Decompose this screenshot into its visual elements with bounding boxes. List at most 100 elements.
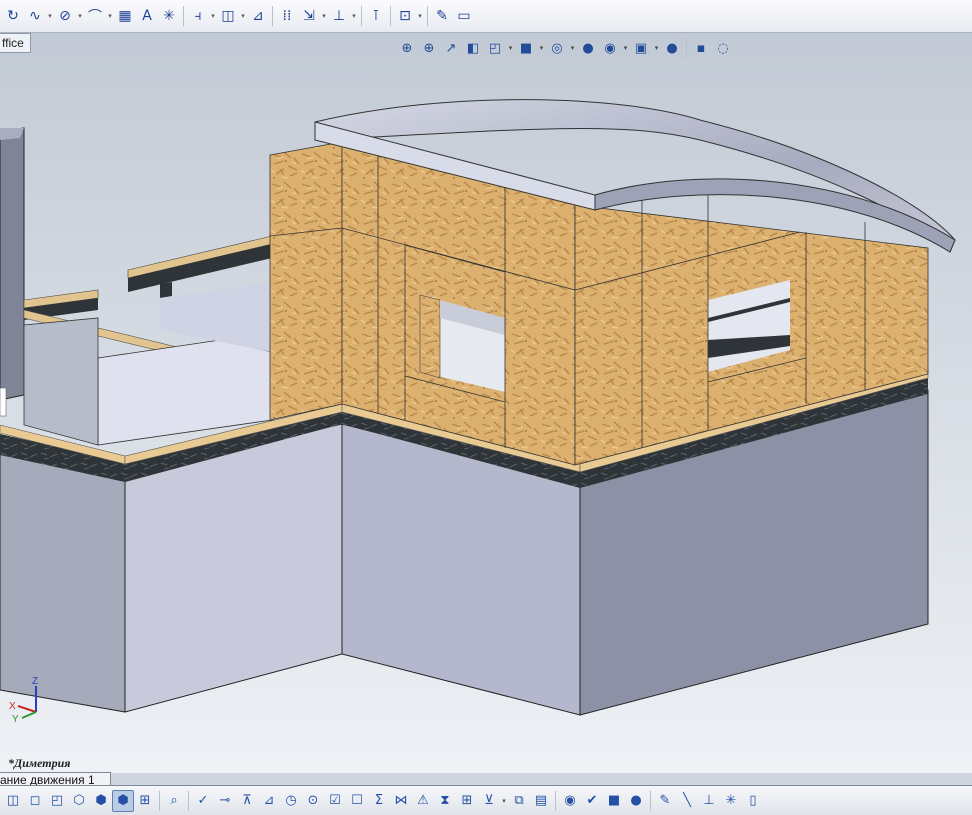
display-style-button[interactable]: ■ (515, 38, 537, 58)
scene-button[interactable]: ◉ (599, 38, 621, 58)
weld-button[interactable]: ⊙ (302, 790, 324, 812)
pencil-icon: ✎ (659, 793, 671, 808)
toolbar-separator (390, 6, 391, 26)
dropdown-arrow-icon[interactable]: ▾ (621, 44, 630, 52)
format-painter-button[interactable]: ⊸ (214, 790, 236, 812)
cylinder-button[interactable]: ▯ (742, 790, 764, 812)
shadow-button[interactable]: ▪ (690, 38, 712, 58)
wireframe-button[interactable]: ◻ (24, 790, 46, 812)
dropdown-arrow-icon[interactable]: ▾ (76, 12, 84, 20)
offset-button[interactable]: ◫ (217, 5, 239, 27)
dropdown-arrow-icon[interactable]: ▾ (506, 44, 515, 52)
mirror-icon: ⊿ (252, 8, 264, 24)
sum-button[interactable]: Σ (368, 790, 390, 812)
heads-up-view-toolbar: ⊕ ⊕ ↗ ◧ ◰ ▾ ■ ▾ ◎ ▾ ● ◉ ▾ ▣ ▾ ● ▪ ◌ (396, 38, 734, 58)
dropdown-arrow-icon[interactable]: ▾ (416, 12, 424, 20)
spell-check-button[interactable]: ✓ (192, 790, 214, 812)
move-button[interactable]: ⇲ (298, 5, 320, 27)
quick-snap-button[interactable]: ⊡ (394, 5, 416, 27)
shaded-edges-button[interactable]: ⬢ (90, 790, 112, 812)
previous-view-button[interactable]: ↗ (440, 38, 462, 58)
trim-button[interactable]: ⫞ (187, 5, 209, 27)
shaded-button[interactable]: ⬢ (112, 789, 134, 812)
appearance-ball-button[interactable]: ● (625, 790, 647, 812)
dropdown-arrow-icon[interactable]: ▾ (106, 12, 114, 20)
hidden-removed-button[interactable]: ⬡ (68, 790, 90, 812)
split-button[interactable]: ⧗ (434, 790, 456, 812)
render-button[interactable]: ● (661, 38, 683, 58)
dropdown-arrow-icon[interactable]: ▾ (350, 12, 358, 20)
section-view-button[interactable]: ◧ (462, 38, 484, 58)
graphics-viewport[interactable]: Z X Y (0, 33, 972, 773)
eye-button[interactable]: ◉ (559, 790, 581, 812)
dropdown-arrow-icon[interactable]: ▾ (320, 12, 328, 20)
ellipse-icon: ⊘ (59, 8, 71, 24)
mirror-button[interactable]: ⊿ (247, 5, 269, 27)
dimension-button[interactable]: ⋈ (390, 790, 412, 812)
trim-icon: ⫞ (194, 8, 202, 24)
ellipse-button[interactable]: ⊘ (54, 5, 76, 27)
dropdown-arrow-icon[interactable]: ▾ (239, 12, 247, 20)
color-icon: ■ (607, 793, 621, 808)
checkbox-button[interactable]: ☑ (324, 790, 346, 812)
sketch-check-button[interactable]: ✎ (431, 5, 453, 27)
surface-finish-button[interactable]: ◷ (280, 790, 302, 812)
offset-icon: ◫ (221, 8, 235, 24)
spline-button[interactable]: ∿ (24, 5, 46, 27)
note-button[interactable]: ⊿ (258, 790, 280, 812)
arc-icon: ↻ (7, 8, 19, 24)
fillet-button[interactable]: ⌒ (84, 5, 106, 27)
hide-show-button[interactable]: ◎ (546, 38, 568, 58)
layer-button[interactable]: ⧉ (508, 790, 530, 812)
snap-button[interactable]: ✳ (720, 790, 742, 812)
palette-button[interactable]: ▤ (530, 790, 552, 812)
zoom-to-fit-button[interactable]: ⊕ (396, 38, 418, 58)
tick-button[interactable]: ✔ (581, 790, 603, 812)
toolbar-separator (188, 790, 189, 811)
realview-button[interactable]: ◌ (712, 38, 734, 58)
point-icon: ✳ (163, 8, 175, 24)
table-button[interactable]: ⊞ (456, 790, 478, 812)
axis-button[interactable]: ⊥ (698, 790, 720, 812)
office-tab[interactable]: ffice (0, 33, 31, 53)
toolbar-separator (361, 6, 362, 26)
zoom-area-button[interactable]: ⊕ (418, 38, 440, 58)
brush-icon: ⌕ (170, 793, 178, 808)
model-view[interactable]: Z X Y (0, 33, 972, 773)
perspective-button[interactable]: ⊞ (134, 790, 156, 812)
warning-button[interactable]: ⚠ (412, 790, 434, 812)
palette-icon: ▤ (534, 793, 548, 808)
dropdown-arrow-icon[interactable]: ▾ (500, 797, 508, 805)
arc-button[interactable]: ↻ (2, 5, 24, 27)
office-tab-label: ffice (2, 36, 24, 50)
text-button[interactable]: A (136, 5, 158, 27)
repair-button[interactable]: ⊺ (365, 5, 387, 27)
appearance-button[interactable]: ● (577, 38, 599, 58)
view-settings-button[interactable]: ▣ (630, 38, 652, 58)
pattern-button[interactable]: ⁞⁞ (276, 5, 298, 27)
checkbox-grey-button[interactable]: ☐ (346, 790, 368, 812)
dropdown-arrow-icon[interactable]: ▾ (652, 44, 661, 52)
view-orientation-button[interactable]: ◰ (484, 38, 506, 58)
perspective-icon: ⊞ (139, 793, 151, 808)
line-button[interactable]: ╲ (676, 790, 698, 812)
pencil-button[interactable]: ✎ (654, 790, 676, 812)
relation-button[interactable]: ⊥ (328, 5, 350, 27)
dropdown-arrow-icon[interactable]: ▾ (568, 44, 577, 52)
centerline-button[interactable]: ⊻ (478, 790, 500, 812)
hidden-lines-button[interactable]: ◰ (46, 790, 68, 812)
view-orientation-label: *Диметрия (8, 756, 71, 770)
brush-button[interactable]: ⌕ (163, 790, 185, 812)
color-button[interactable]: ■ (603, 790, 625, 812)
balloon-button[interactable]: ⊼ (236, 790, 258, 812)
dropdown-arrow-icon[interactable]: ▾ (46, 12, 54, 20)
hatch-icon: ▦ (118, 8, 132, 24)
picture-button[interactable]: ▭ (453, 5, 475, 27)
hatch-button[interactable]: ▦ (114, 5, 136, 27)
point-button[interactable]: ✳ (158, 5, 180, 27)
dropdown-arrow-icon[interactable]: ▾ (537, 44, 546, 52)
appearance-ball-icon: ● (630, 793, 642, 808)
layer-icon: ⧉ (514, 793, 524, 808)
view-cube-button[interactable]: ◫ (2, 790, 24, 812)
dropdown-arrow-icon[interactable]: ▾ (209, 12, 217, 20)
